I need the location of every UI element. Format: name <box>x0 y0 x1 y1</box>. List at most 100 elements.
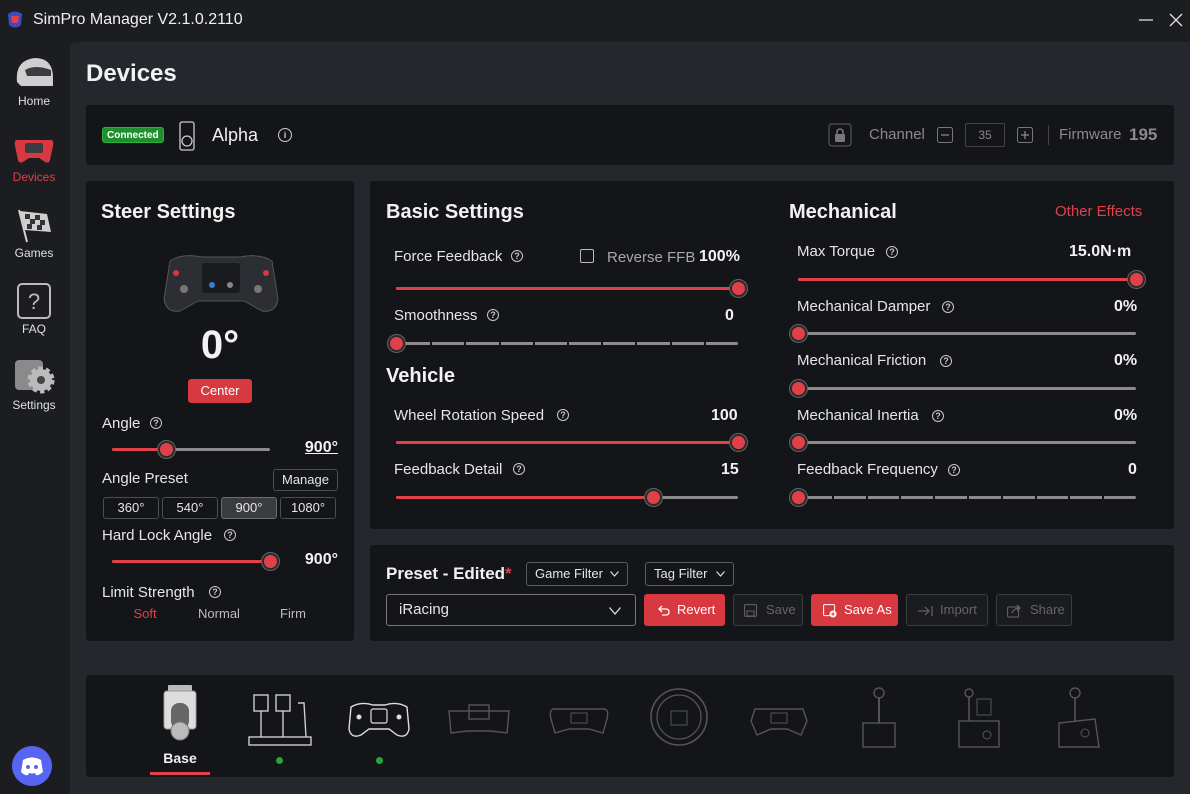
angle-preset-button[interactable]: 900° <box>221 497 277 519</box>
device-tab-base[interactable]: Base <box>145 683 215 775</box>
sidebar-item-games[interactable]: Games <box>0 198 68 268</box>
max-torque-help-icon[interactable]: ? <box>886 246 898 258</box>
share-button[interactable]: Share <box>996 594 1072 626</box>
mechanical-inertia-slider-thumb[interactable] <box>790 434 807 451</box>
center-button[interactable]: Center <box>188 379 252 403</box>
feedback-frequency-value: 0 <box>1128 461 1137 478</box>
limit-strength-option[interactable]: Soft <box>108 606 182 621</box>
slider-step-mark <box>430 342 433 345</box>
mechanical-friction-slider-thumb[interactable] <box>790 380 807 397</box>
feedback-frequency-label: Feedback Frequency <box>797 461 938 478</box>
import-button[interactable]: Import <box>906 594 988 626</box>
limit-strength-help-icon[interactable]: ? <box>209 586 221 598</box>
device-tab-rally-wheel[interactable] <box>744 683 814 763</box>
smoothness-slider[interactable] <box>388 335 738 352</box>
mechanical-inertia-value: 0% <box>1114 407 1138 424</box>
info-icon[interactable]: i <box>278 128 292 142</box>
hard-lock-slider[interactable] <box>112 553 279 570</box>
undo-icon <box>658 605 670 616</box>
hard-lock-slider-thumb[interactable] <box>262 553 279 570</box>
device-tab-round-wheel[interactable] <box>644 683 714 763</box>
max-torque-slider[interactable] <box>798 271 1145 288</box>
angle-preset-button[interactable]: 1080° <box>280 497 336 519</box>
reverse-ffb-checkbox[interactable] <box>580 249 594 263</box>
smoothness-help-icon[interactable]: ? <box>487 309 499 321</box>
channel-increment-button[interactable] <box>1017 127 1033 143</box>
preset-select[interactable]: iRacing <box>386 594 636 626</box>
feedback-frequency-slider-thumb[interactable] <box>790 489 807 506</box>
close-icon[interactable] <box>1166 10 1186 30</box>
other-effects-link[interactable]: Other Effects <box>1055 203 1142 220</box>
basic-settings-title: Basic Settings <box>386 201 524 223</box>
save-as-button[interactable]: Save As <box>811 594 898 626</box>
tag-filter-dropdown[interactable]: Tag Filter <box>645 562 734 586</box>
channel-label: Channel <box>869 126 925 143</box>
device-tab-pedals[interactable] <box>243 683 313 764</box>
save-button[interactable]: Save <box>733 594 803 626</box>
revert-button[interactable]: Revert <box>644 594 725 626</box>
device-tab-wheel[interactable] <box>344 683 414 764</box>
feedback-detail-help-icon[interactable]: ? <box>513 463 525 475</box>
hard-lock-help-icon[interactable]: ? <box>224 529 236 541</box>
steer-settings-panel: Steer Settings 0° Center Angle ? 900° An… <box>86 181 354 641</box>
minimize-icon[interactable] <box>1136 10 1156 30</box>
mechanical-friction-slider[interactable] <box>790 380 1136 397</box>
mechanical-damper-help-icon[interactable]: ? <box>942 301 954 313</box>
angle-help-icon[interactable]: ? <box>150 417 162 429</box>
manage-button[interactable]: Manage <box>273 469 338 491</box>
max-torque-label: Max Torque <box>797 243 876 260</box>
max-torque-value: 15.0N·m <box>1069 243 1132 260</box>
steering-wheel-icon <box>14 140 54 163</box>
wheel-rotation-speed-slider-thumb[interactable] <box>730 434 747 451</box>
sidebar-item-home[interactable]: Home <box>0 46 68 116</box>
mechanical-damper-slider-thumb[interactable] <box>790 325 807 342</box>
device-tab-shifter[interactable] <box>944 683 1014 763</box>
limit-strength-option[interactable]: Normal <box>182 606 256 621</box>
feedback-frequency-help-icon[interactable]: ? <box>948 464 960 476</box>
sidebar-item-devices[interactable]: Devices <box>0 122 68 192</box>
game-filter-dropdown[interactable]: Game Filter <box>526 562 628 586</box>
device-tab-formula-wheel[interactable] <box>444 683 514 763</box>
device-tab-handbrake[interactable] <box>844 683 914 763</box>
lock-icon[interactable] <box>828 123 852 147</box>
smoothness-slider-thumb[interactable] <box>388 335 405 352</box>
angle-slider-thumb[interactable] <box>157 441 175 458</box>
angle-preset-label: Angle Preset <box>102 470 188 487</box>
slider-step-mark <box>865 496 868 499</box>
angle-preset-button[interactable]: 540° <box>162 497 218 519</box>
mechanical-friction-help-icon[interactable]: ? <box>940 355 952 367</box>
mechanical-inertia-slider[interactable] <box>790 434 1136 451</box>
slider-step-mark <box>899 496 902 499</box>
feedback-detail-slider-thumb[interactable] <box>644 489 662 506</box>
sidebar: Home Devices Games ? FAQ Settings <box>0 40 68 794</box>
wheel-rotation-speed-help-icon[interactable]: ? <box>557 409 569 421</box>
mechanical-inertia-help-icon[interactable]: ? <box>932 410 944 422</box>
device-tab-sequential-shifter[interactable] <box>1044 683 1114 763</box>
chevron-down-icon <box>609 607 621 615</box>
channel-decrement-button[interactable] <box>937 127 953 143</box>
force-feedback-help-icon[interactable]: ? <box>511 250 523 262</box>
max-torque-slider-thumb[interactable] <box>1128 271 1145 288</box>
divider <box>1048 125 1049 145</box>
feedback-frequency-slider[interactable] <box>790 489 1136 506</box>
device-name: Alpha <box>212 125 259 145</box>
angle-label: Angle <box>102 415 141 432</box>
wheel-rotation-speed-slider[interactable] <box>396 434 747 451</box>
mechanical-damper-slider[interactable] <box>790 325 1136 342</box>
sidebar-item-faq[interactable]: ? FAQ <box>0 274 68 344</box>
force-feedback-slider-thumb[interactable] <box>730 280 747 297</box>
sidebar-item-settings[interactable]: Settings <box>0 350 68 420</box>
steer-settings-title: Steer Settings <box>101 201 236 223</box>
feedback-detail-slider[interactable] <box>396 489 738 506</box>
angle-value[interactable]: 900° <box>305 439 338 457</box>
slider-step-mark <box>669 342 672 345</box>
force-feedback-slider[interactable] <box>396 280 747 297</box>
channel-input[interactable]: 35 <box>965 123 1005 147</box>
discord-icon[interactable] <box>12 746 52 786</box>
angle-preset-button[interactable]: 360° <box>103 497 159 519</box>
device-tab-gt-wheel[interactable] <box>544 683 614 763</box>
mechanical-damper-label: Mechanical Damper <box>797 298 931 315</box>
angle-display: 0° <box>200 323 240 367</box>
limit-strength-option[interactable]: Firm <box>256 606 330 621</box>
angle-slider[interactable] <box>112 441 270 458</box>
